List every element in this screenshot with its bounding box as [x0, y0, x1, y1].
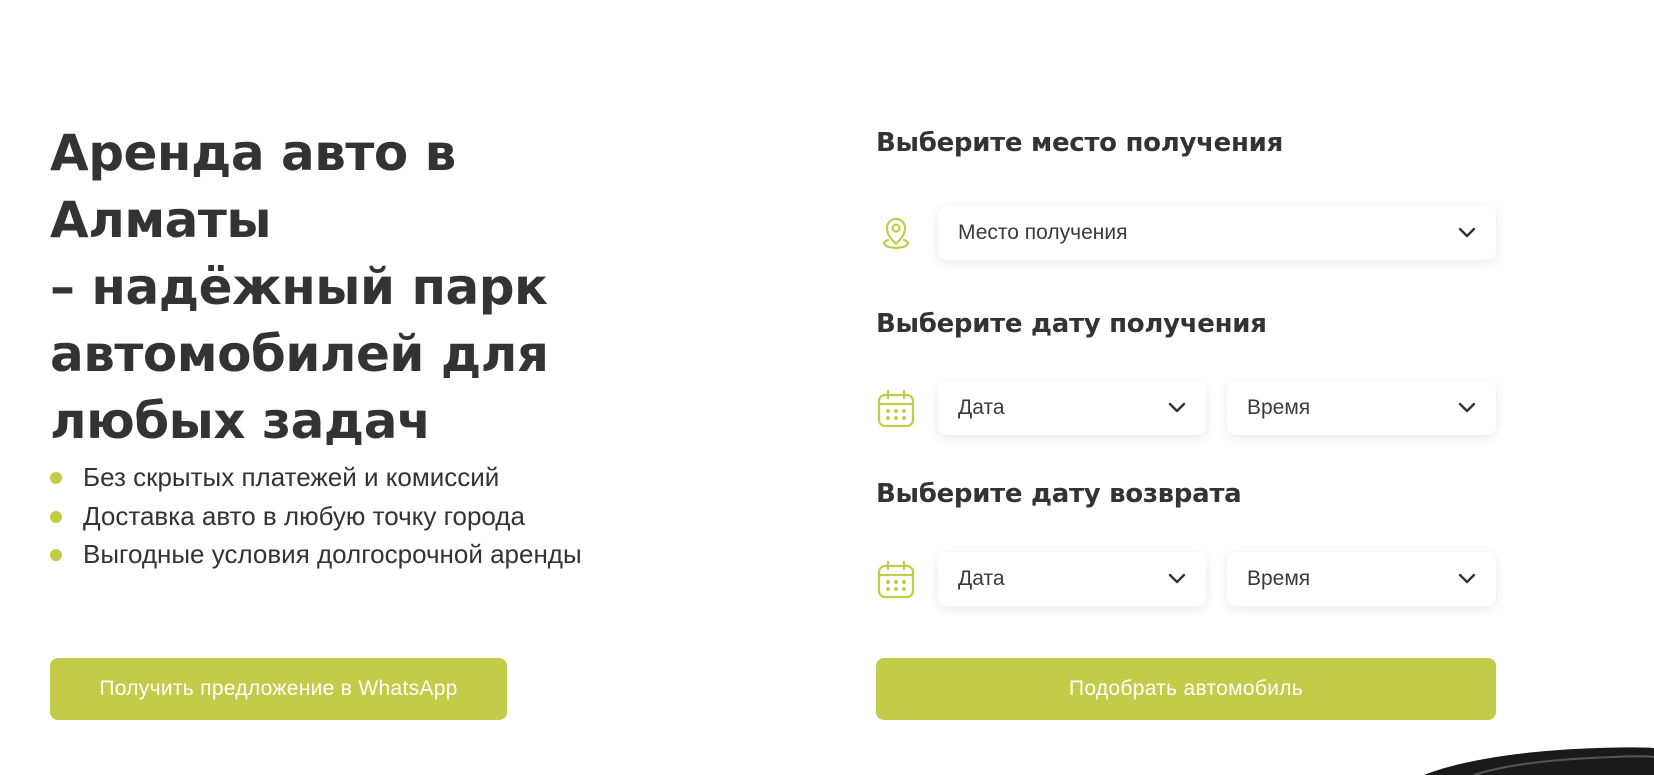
- pickup-date-section-title: Выберите дату получения: [876, 309, 1267, 339]
- bullet-dot-icon: [50, 549, 62, 561]
- hero-title-line: автомобилей для: [50, 325, 549, 383]
- benefit-text: Без скрытых платежей и комиссий: [83, 462, 500, 492]
- return-time-value: Время: [1247, 567, 1311, 590]
- return-time-select[interactable]: Время: [1227, 552, 1496, 606]
- hero-title-line: любых задач: [50, 392, 431, 450]
- calendar-icon: [877, 560, 915, 599]
- bullet-dot-icon: [50, 510, 62, 523]
- hero-title-line: – надёжный парк: [50, 258, 548, 316]
- benefits-list: Без скрытых платежей и комиссий Доставка…: [50, 458, 582, 574]
- pickup-time-select[interactable]: Время: [1227, 381, 1496, 435]
- chevron-down-icon: [1168, 573, 1186, 584]
- return-date-section-title: Выберите дату возврата: [876, 479, 1242, 509]
- return-date-value: Дата: [958, 567, 1005, 590]
- benefit-item: Без скрытых платежей и комиссий: [50, 458, 582, 497]
- benefit-text: Доставка авто в любую точку города: [83, 500, 525, 531]
- benefit-text: Выгодные условия долгосрочной аренды: [83, 539, 582, 569]
- map-pin-icon: [883, 217, 909, 250]
- bullet-dot-icon: [50, 472, 62, 484]
- hero-title: Аренда авто в Алматы – надёжный парк авт…: [50, 120, 650, 455]
- whatsapp-offer-button[interactable]: Получить предложение в WhatsApp: [50, 658, 507, 720]
- hero-title-line: Аренда авто в Алматы: [50, 124, 456, 249]
- chevron-down-icon: [1458, 402, 1476, 413]
- pickup-time-value: Время: [1247, 396, 1311, 419]
- pickup-place-value: Место получения: [958, 221, 1128, 244]
- find-car-button[interactable]: Подобрать автомобиль: [876, 658, 1496, 720]
- return-date-select[interactable]: Дата: [938, 552, 1206, 606]
- chevron-down-icon: [1458, 227, 1476, 238]
- pickup-date-select[interactable]: Дата: [938, 381, 1206, 435]
- pickup-date-value: Дата: [958, 396, 1005, 419]
- chevron-down-icon: [1168, 402, 1186, 413]
- place-section-title: Выберите место получения: [876, 128, 1283, 158]
- calendar-icon: [877, 389, 915, 428]
- benefit-item: Выгодные условия долгосрочной аренды: [50, 535, 582, 574]
- pickup-place-select[interactable]: Место получения: [938, 206, 1496, 260]
- car-image: [1424, 747, 1654, 775]
- chevron-down-icon: [1458, 573, 1476, 584]
- benefit-item: Доставка авто в любую точку города: [50, 497, 582, 536]
